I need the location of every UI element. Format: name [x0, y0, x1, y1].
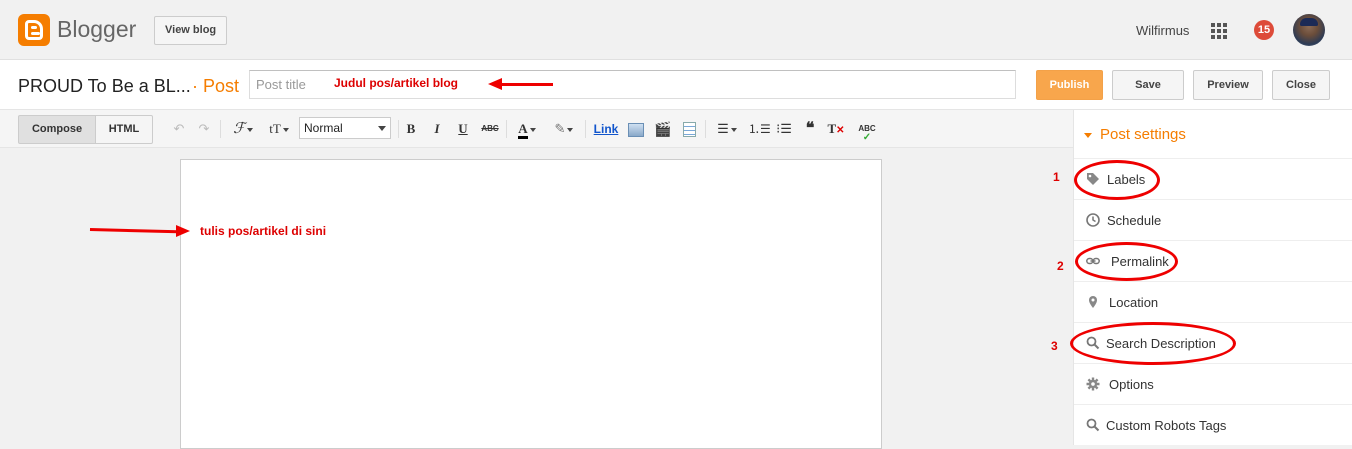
font-family-icon[interactable]: ℱ [228, 120, 258, 138]
undo-icon[interactable]: ↶ [170, 120, 188, 138]
close-button[interactable]: Close [1272, 70, 1330, 100]
view-blog-button[interactable]: View blog [154, 16, 228, 45]
bold-icon[interactable]: B [403, 120, 419, 138]
sidebar-item-label: Options [1109, 377, 1154, 392]
numbered-list-icon[interactable]: ⒈☰ [748, 120, 771, 138]
notification-badge[interactable]: 15 [1254, 20, 1274, 40]
apps-grid-icon[interactable] [1211, 23, 1227, 39]
sidebar-item-label: Location [1109, 295, 1159, 310]
top-bar: Blogger View blog Wilfirmus 15 [0, 0, 1352, 60]
annotation-body-note: tulis pos/artikel di sini [200, 224, 327, 238]
sidebar-item-schedule[interactable]: Schedule [1074, 199, 1352, 240]
sidebar-item-label: Schedule [1107, 213, 1162, 228]
annotation-number-2: 2 [1057, 259, 1064, 273]
annotation-title-note: Judul pos/artikel blog [334, 76, 459, 90]
format-select[interactable]: Normal [299, 117, 391, 139]
sidebar-item-label: Custom Robots Tags [1106, 418, 1227, 433]
text-color-icon[interactable]: A [512, 120, 542, 139]
annotation-circle-search-description [1070, 322, 1236, 365]
search-icon [1086, 418, 1100, 432]
strikethrough-icon[interactable]: ABC [480, 120, 500, 138]
post-settings-heading[interactable]: Post settings [1084, 126, 1186, 143]
redo-icon[interactable]: ↷ [195, 120, 213, 138]
save-button[interactable]: Save [1112, 70, 1184, 100]
italic-icon[interactable]: I [429, 120, 445, 138]
compose-mode-button[interactable]: Compose [18, 115, 96, 144]
highlight-color-icon[interactable]: ✎ [549, 120, 579, 138]
font-size-icon[interactable]: tT [264, 120, 294, 138]
post-settings-heading-label: Post settings [1100, 126, 1186, 143]
blog-name: PROUD To Be a BL... [18, 76, 191, 96]
editor-toolbar: Compose HTML ↶ ↷ ℱ tT Normal B I U ABC A… [0, 110, 1073, 148]
post-body-editor[interactable] [180, 159, 882, 449]
preview-button[interactable]: Preview [1193, 70, 1263, 100]
clock-icon [1086, 213, 1100, 227]
editor-area [0, 148, 1073, 449]
annotation-circle-permalink [1075, 242, 1178, 281]
insert-video-icon[interactable]: 🎬 [654, 120, 672, 138]
gear-icon [1086, 377, 1100, 391]
link-button-label: Link [593, 122, 619, 136]
sidebar-item-location[interactable]: Location [1074, 281, 1352, 322]
quote-icon[interactable]: ❝ [800, 120, 820, 138]
blogger-logo-icon[interactable] [18, 14, 50, 46]
annotation-arrowhead-icon [488, 78, 502, 90]
avatar[interactable] [1293, 14, 1325, 46]
format-select-value: Normal [304, 121, 343, 135]
sidebar-item-options[interactable]: Options [1074, 363, 1352, 404]
title-separator: · [192, 76, 198, 96]
collapse-triangle-icon [1084, 132, 1092, 138]
align-icon[interactable]: ☰ [712, 120, 742, 138]
spellcheck-icon[interactable]: ABC ✓ [856, 120, 878, 143]
bullet-list-icon[interactable]: ⁝☰ [774, 120, 794, 138]
link-button[interactable]: Link [592, 120, 620, 138]
post-label: Post [203, 76, 240, 96]
sidebar-item-custom-robots-tags[interactable]: Custom Robots Tags [1074, 404, 1352, 445]
remove-formatting-icon[interactable]: T✕ [826, 120, 846, 138]
annotation-circle-labels [1074, 160, 1160, 200]
brand-name: Blogger [57, 16, 137, 42]
title-bar: PROUD To Be a BL... · Post Publish Save … [0, 60, 1352, 110]
annotation-arrowhead-icon [176, 225, 190, 237]
underline-icon[interactable]: U [455, 120, 471, 138]
publish-button[interactable]: Publish [1036, 70, 1103, 100]
annotation-arrow-line [500, 83, 553, 86]
html-mode-button[interactable]: HTML [95, 115, 153, 144]
jump-break-icon[interactable] [680, 120, 698, 138]
insert-image-icon[interactable] [627, 120, 645, 138]
username[interactable]: Wilfirmus [1136, 23, 1189, 38]
annotation-number-3: 3 [1051, 339, 1058, 353]
location-pin-icon [1089, 296, 1097, 308]
annotation-number-1: 1 [1053, 170, 1060, 184]
